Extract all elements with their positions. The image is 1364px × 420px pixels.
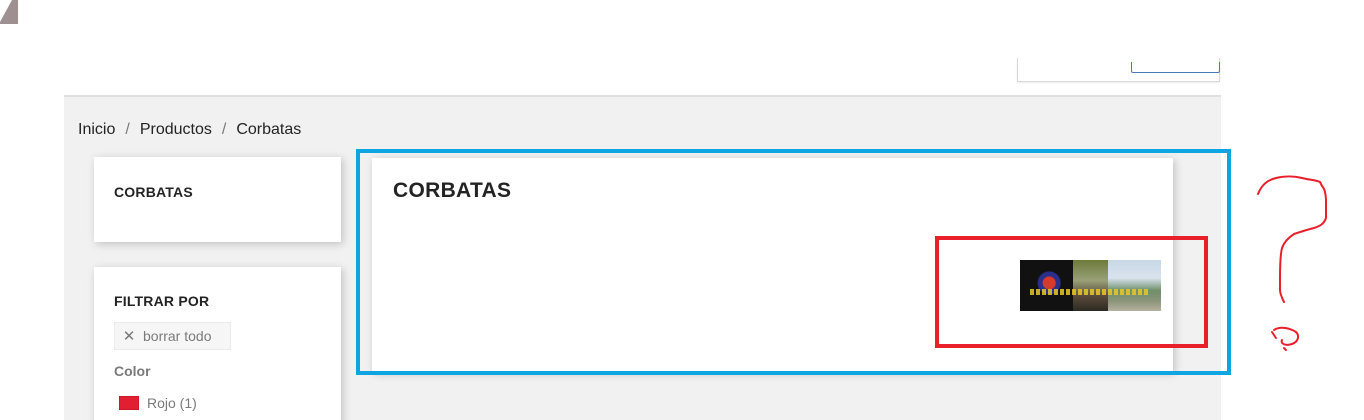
- facet-title-color: Color: [114, 363, 151, 379]
- filters-title: FILTRAR POR: [114, 293, 210, 309]
- color-swatch[interactable]: [119, 396, 139, 410]
- annotation-red-box: [935, 236, 1208, 348]
- facet-item-label: Rojo (1): [147, 395, 197, 411]
- breadcrumb-separator: /: [125, 121, 130, 138]
- sidebar-filters-block: FILTRAR POR ✕ borrar todo Color Rojo (1): [94, 267, 341, 420]
- clear-all-label: borrar todo: [143, 328, 212, 344]
- sidebar-category-block: CORBATAS: [94, 157, 341, 242]
- header-search-widget[interactable]: [1017, 58, 1220, 82]
- header-search-button[interactable]: [1131, 62, 1220, 73]
- question-mark-icon: [1257, 175, 1327, 351]
- breadcrumb-current: Corbatas: [236, 121, 302, 138]
- sidebar-category-title[interactable]: CORBATAS: [114, 184, 193, 200]
- breadcrumb-separator: /: [221, 121, 227, 138]
- clear-all-filters-button[interactable]: ✕ borrar todo: [114, 322, 231, 350]
- breadcrumb: Inicio / Productos / Corbatas: [78, 121, 301, 143]
- facet-item-color[interactable]: Rojo (1): [119, 395, 197, 411]
- breadcrumb-link-productos[interactable]: Productos: [140, 121, 212, 143]
- breadcrumb-link-inicio[interactable]: Inicio: [78, 121, 115, 143]
- corner-decoration: [0, 0, 18, 24]
- close-icon: ✕: [122, 328, 136, 345]
